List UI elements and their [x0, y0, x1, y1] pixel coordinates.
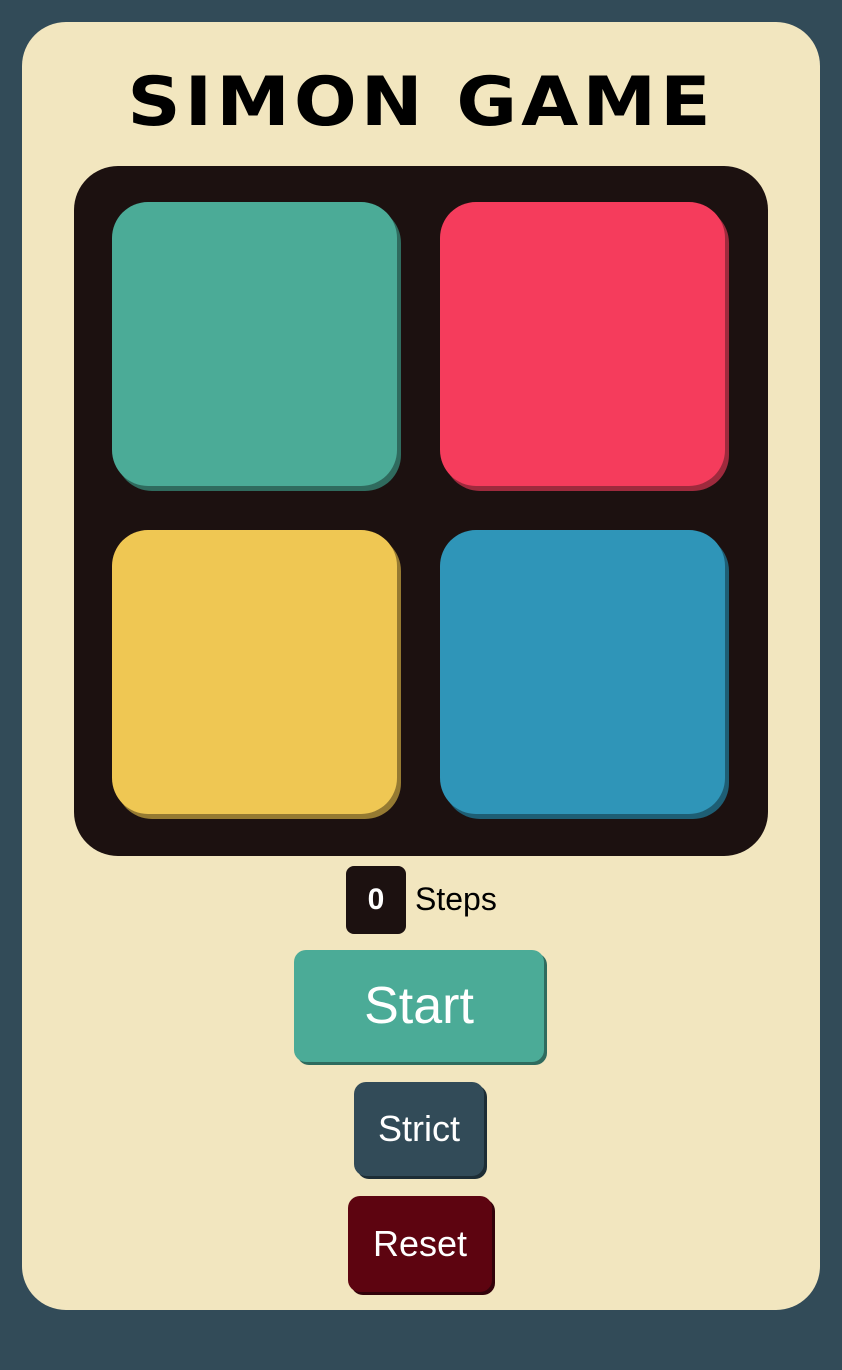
red-pad[interactable] [440, 202, 725, 486]
green-pad[interactable] [112, 202, 397, 486]
steps-counter: 0 [346, 866, 406, 934]
blue-pad[interactable] [440, 530, 725, 814]
steps-label: Steps [415, 881, 497, 917]
start-button[interactable]: Start [294, 950, 544, 1062]
yellow-pad[interactable] [112, 530, 397, 814]
page-title: SIMON GAME [127, 62, 715, 142]
reset-button[interactable]: Reset [348, 1196, 492, 1292]
strict-button[interactable]: Strict [354, 1082, 484, 1176]
